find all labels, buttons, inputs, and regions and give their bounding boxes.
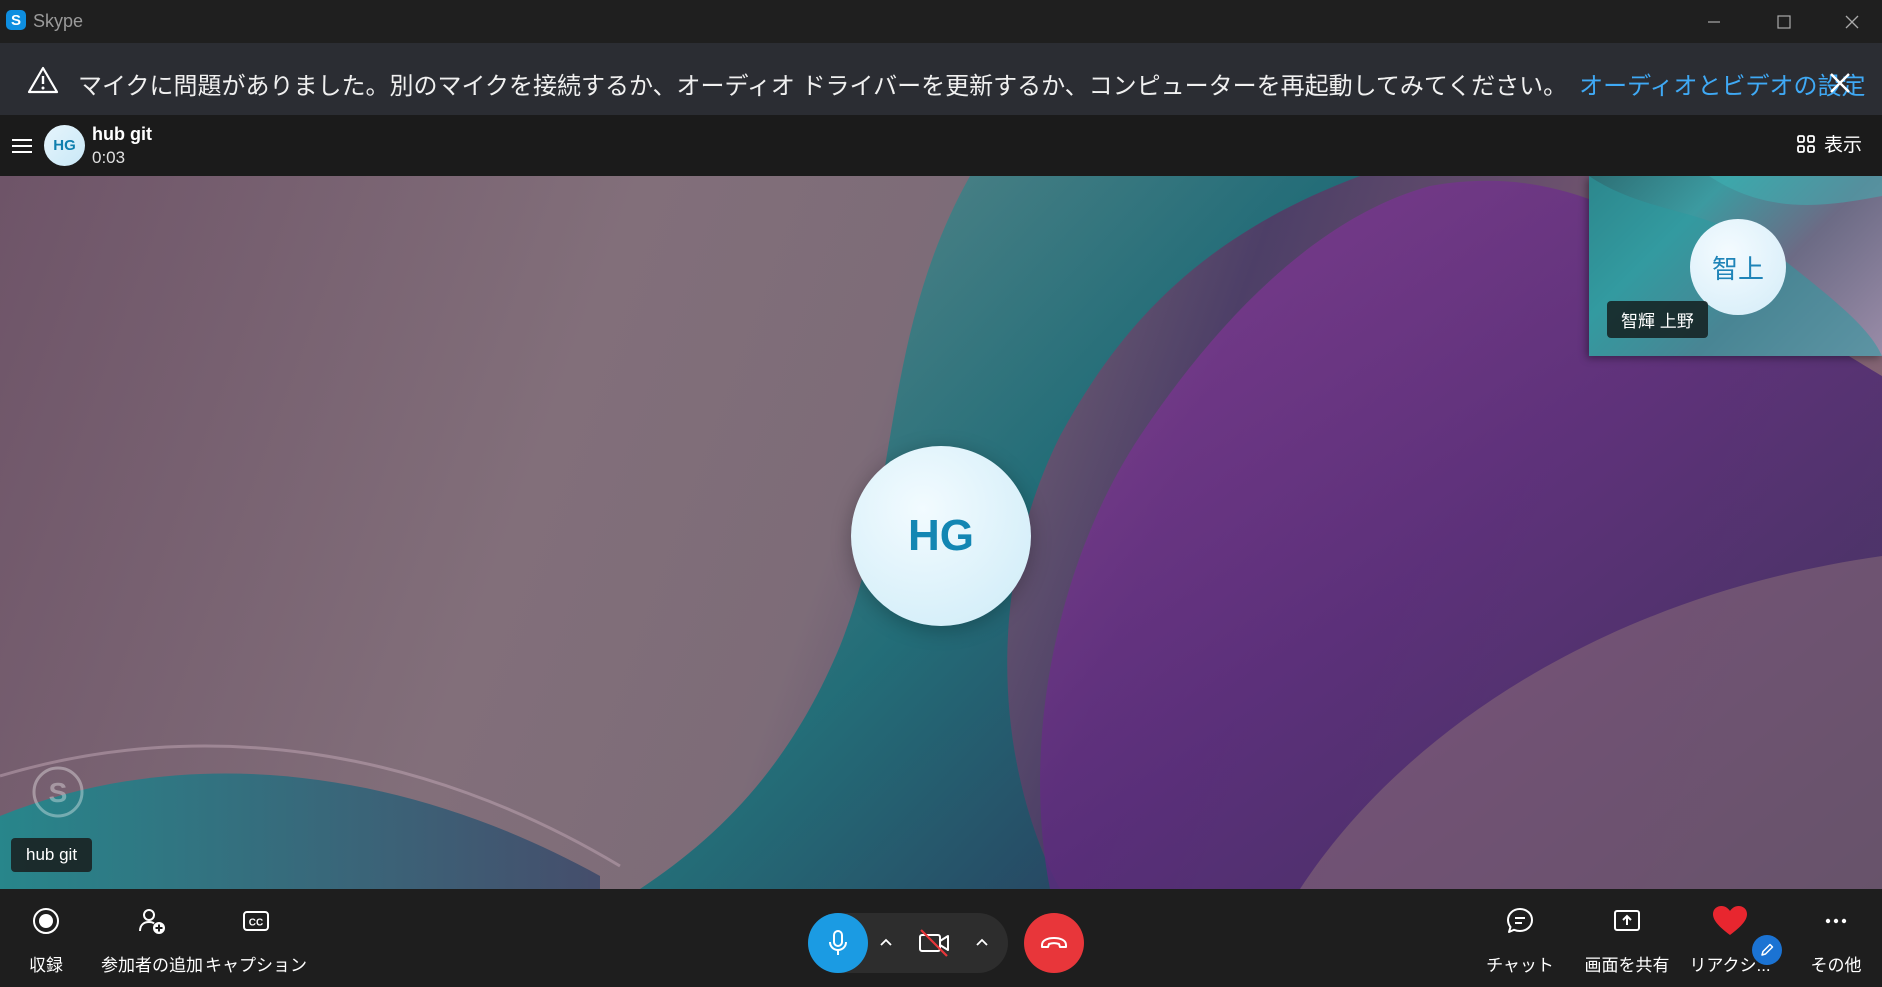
notification-message: マイクに問題がありました。別のマイクを接続するか、オーディオ ドライバーを更新す… [78,73,1568,100]
hang-up-icon [1041,937,1067,948]
notification-banner: マイクに問題がありました。別のマイクを接続するか、オーディオ ドライバーを更新す… [0,43,1882,115]
hamburger-menu-icon[interactable] [10,137,34,155]
microphone-icon [829,930,847,955]
microphone-button[interactable] [808,913,868,973]
maximize-button[interactable] [1754,0,1814,43]
add-person-icon [139,909,165,934]
self-name-label: 智輝 上野 [1607,301,1708,338]
share-screen-label: 画面を共有 [1584,956,1670,975]
chat-label: チャット [1486,956,1554,975]
skype-watermark-icon: S [32,766,84,818]
captions-label: キャプション [205,956,307,975]
avatar[interactable]: HG [44,125,85,166]
dismiss-notification-icon[interactable] [1822,65,1858,101]
call-duration: 0:03 [92,148,126,167]
call-header: HG hub git 0:03 表示 [0,115,1882,176]
record-button[interactable]: 収録 [10,903,82,976]
captions-icon: CC [243,911,269,931]
remote-avatar: HG [851,446,1031,626]
add-participant-button[interactable]: 参加者の追加 [100,903,204,976]
window-title: Skype [33,11,84,31]
record-label: 収録 [29,956,63,975]
skype-logo-icon: S [6,10,26,30]
svg-text:CC: CC [249,918,263,929]
camera-off-icon[interactable] [916,925,952,961]
mic-options-chevron-up-icon[interactable] [877,933,895,951]
remote-name-label: hub git [11,838,93,872]
record-icon [33,908,59,934]
edit-reaction-button[interactable] [1752,935,1782,965]
contact-name: hub git [92,124,152,144]
view-label: 表示 [1824,135,1863,156]
more-options-label: その他 [1810,956,1862,975]
close-icon [1845,15,1859,28]
maximize-icon [1777,14,1791,29]
self-view-tile[interactable]: 智上 智輝 上野 [1589,176,1882,356]
title-bar: S Skype [0,0,1882,43]
view-button[interactable]: 表示 [1796,130,1862,157]
call-toolbar: 収録 参加者の追加 CC キャプション チャット 画面を共有 リアクシ... そ… [0,889,1882,987]
heart-icon [1713,906,1747,935]
share-screen-icon [1614,910,1640,931]
add-participant-label: 参加者の追加 [101,956,203,975]
captions-button[interactable]: CC キャプション [205,903,307,976]
pencil-icon [1761,943,1774,956]
grid-view-icon [1797,134,1815,153]
chat-button[interactable]: チャット [1480,903,1560,976]
chat-icon [1507,908,1533,933]
warning-icon [27,66,59,94]
minimize-icon [1708,20,1720,23]
close-window-button[interactable] [1822,0,1882,43]
call-stage: HG 智上 智輝 上野 S hub git [0,176,1882,889]
svg-text:S: S [49,777,68,808]
minimize-button[interactable] [1684,0,1744,43]
share-screen-button[interactable]: 画面を共有 [1582,903,1672,976]
more-options-button[interactable]: その他 [1800,903,1872,976]
notification-text: マイクに問題がありました。別のマイクを接続するか、オーディオ ドライバーを更新す… [78,66,1865,101]
camera-options-chevron-up-icon[interactable] [973,933,991,951]
more-dots-icon [1825,918,1847,924]
end-call-button[interactable] [1024,913,1084,973]
